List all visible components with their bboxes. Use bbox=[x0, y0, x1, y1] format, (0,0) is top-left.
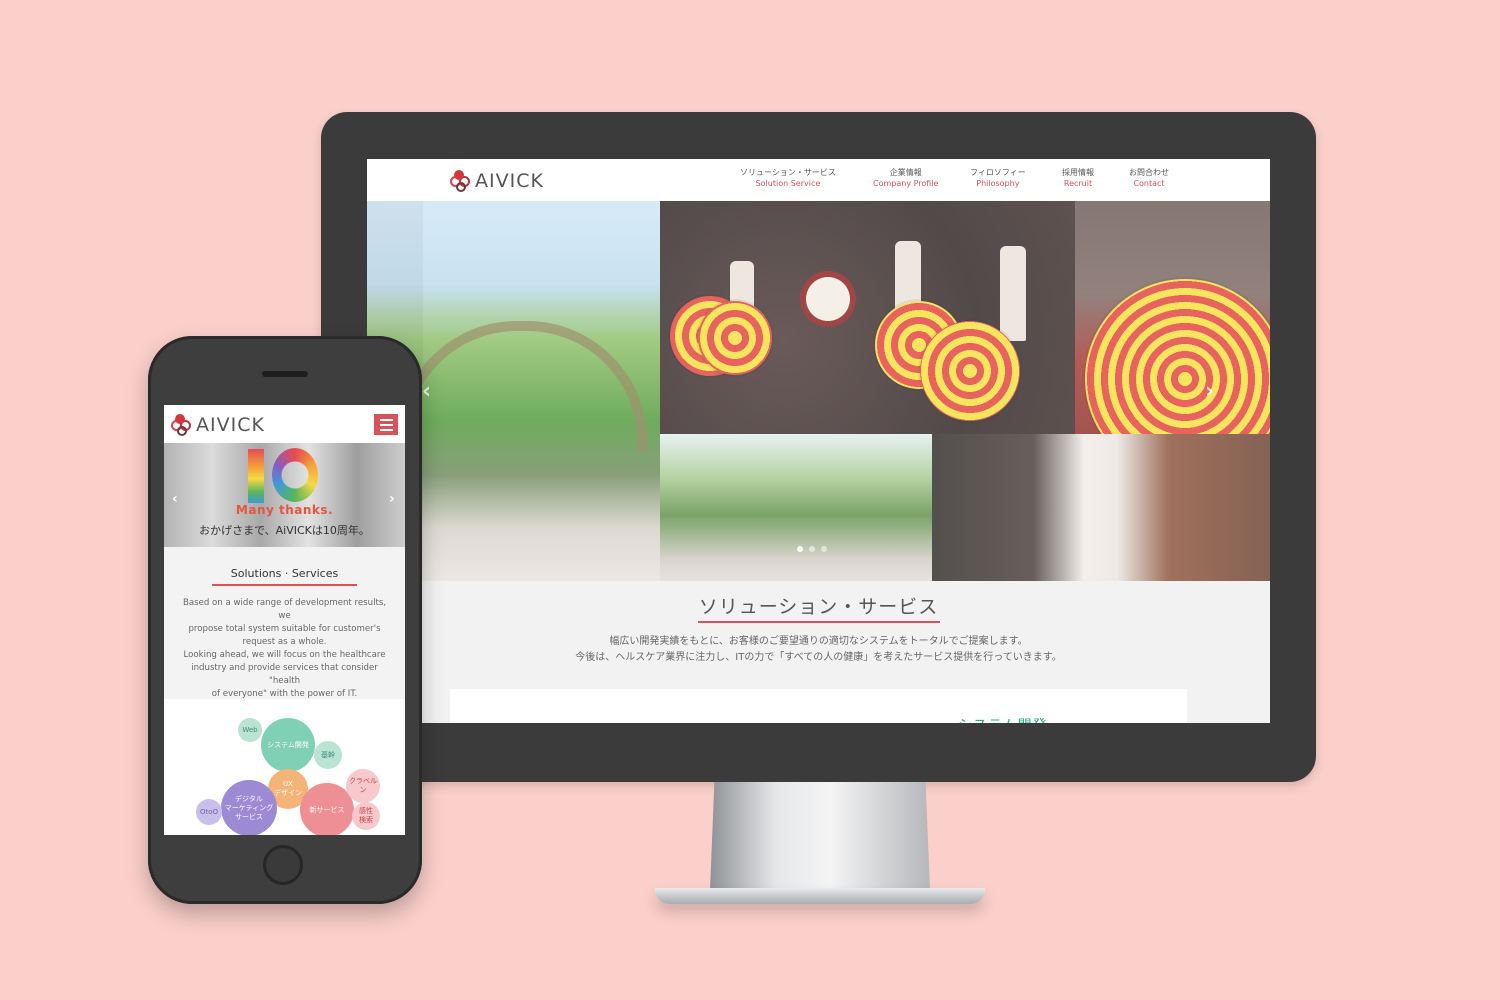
mobile-solutions-section: Solutions · Services Based on a wide ran… bbox=[164, 547, 405, 699]
desktop-screen: AIVICK ソリューション・サービス Solution Service 企業情… bbox=[367, 159, 1270, 723]
logo-mark-icon bbox=[171, 414, 193, 436]
taiko-drum bbox=[800, 271, 856, 327]
hero-next-arrow[interactable]: › bbox=[1205, 379, 1214, 404]
hero-dot[interactable] bbox=[809, 546, 815, 552]
bubble-system-development: システム開発 bbox=[261, 718, 315, 772]
monitor-stand-base bbox=[655, 888, 985, 904]
bubble-oto: OtoO bbox=[196, 799, 222, 825]
mobile-section-body: Based on a wide range of development res… bbox=[182, 598, 387, 699]
hero-dot[interactable] bbox=[821, 546, 827, 552]
nav-philosophy[interactable]: フィロソフィー Philosophy bbox=[970, 167, 1026, 189]
hero-photo-park-crowd bbox=[660, 434, 932, 581]
nav-solution-service[interactable]: ソリューション・サービス Solution Service bbox=[740, 167, 836, 189]
phone-home-button[interactable] bbox=[263, 845, 303, 885]
hero-anniversary-text: おかげさまで、AiVICKは10周年。 bbox=[199, 524, 370, 537]
umbrella bbox=[920, 321, 1020, 421]
hero-thanks-text: Many thanks. bbox=[235, 503, 334, 517]
mobile-hero-slider[interactable]: Many thanks. おかげさまで、AiVICKは10周年。 ‹ › bbox=[164, 443, 405, 547]
monitor-stand bbox=[710, 782, 930, 890]
logo-text: AIVICK bbox=[475, 170, 544, 192]
mobile-hero-prev-arrow[interactable]: ‹ bbox=[172, 491, 178, 507]
nav-recruit[interactable]: 採用情報 Recruit bbox=[1062, 167, 1094, 189]
hero-photo-face-paint bbox=[932, 434, 1270, 581]
mobile-section-underline bbox=[212, 584, 357, 586]
service-card: システム開発 bbox=[450, 689, 1187, 723]
bubble-kansei-search: 感性 検索 bbox=[352, 802, 380, 830]
umbrella bbox=[1085, 279, 1270, 434]
nav-company-profile[interactable]: 企業情報 Company Profile bbox=[873, 167, 938, 189]
bubble-digital-marketing: デジタル マーケティング サービス bbox=[221, 780, 277, 835]
mobile-logo[interactable]: AIVICK bbox=[171, 414, 265, 436]
hero-photo-umbrella-portrait bbox=[1075, 201, 1270, 434]
performer bbox=[1000, 246, 1026, 341]
hero-prev-arrow[interactable]: ‹ bbox=[422, 379, 431, 404]
bubble-web: Web bbox=[238, 718, 262, 742]
mobile-hero-next-arrow[interactable]: › bbox=[389, 491, 395, 507]
card-heading: システム開発 bbox=[958, 715, 1048, 723]
mobile-header: AIVICK bbox=[164, 405, 405, 443]
site-logo[interactable]: AIVICK bbox=[450, 170, 544, 192]
section-title: ソリューション・サービス bbox=[698, 596, 939, 618]
anniversary-10-graphic bbox=[242, 445, 332, 507]
bubble-kiban: 基幹 bbox=[314, 741, 342, 769]
section-description: 幅広い開発実績をもとに、お客様のご要望通りの適切なシステムをトータルでご提案しま… bbox=[575, 636, 1062, 663]
logo-mark-icon bbox=[450, 170, 472, 192]
mobile-screen: AIVICK Many thanks. おかげさまで、AiVICKは10周年。 … bbox=[164, 405, 405, 835]
hero-photo-stage-performance bbox=[660, 201, 1075, 434]
bubble-kurabelun: クラベルン bbox=[346, 769, 380, 803]
umbrella bbox=[698, 301, 772, 375]
mobile-section-title: Solutions · Services bbox=[230, 567, 339, 580]
hero-dot[interactable] bbox=[797, 546, 803, 552]
section-title-underline bbox=[698, 621, 940, 623]
hero-slider[interactable]: ‹ › bbox=[367, 201, 1270, 581]
nav-contact[interactable]: お問合わせ Contact bbox=[1129, 167, 1169, 189]
hamburger-menu-button[interactable] bbox=[374, 414, 398, 435]
logo-text: AIVICK bbox=[196, 414, 265, 436]
phone-speaker bbox=[262, 371, 308, 377]
hero-pagination bbox=[797, 546, 827, 552]
site-header: AIVICK ソリューション・サービス Solution Service 企業情… bbox=[367, 159, 1270, 201]
